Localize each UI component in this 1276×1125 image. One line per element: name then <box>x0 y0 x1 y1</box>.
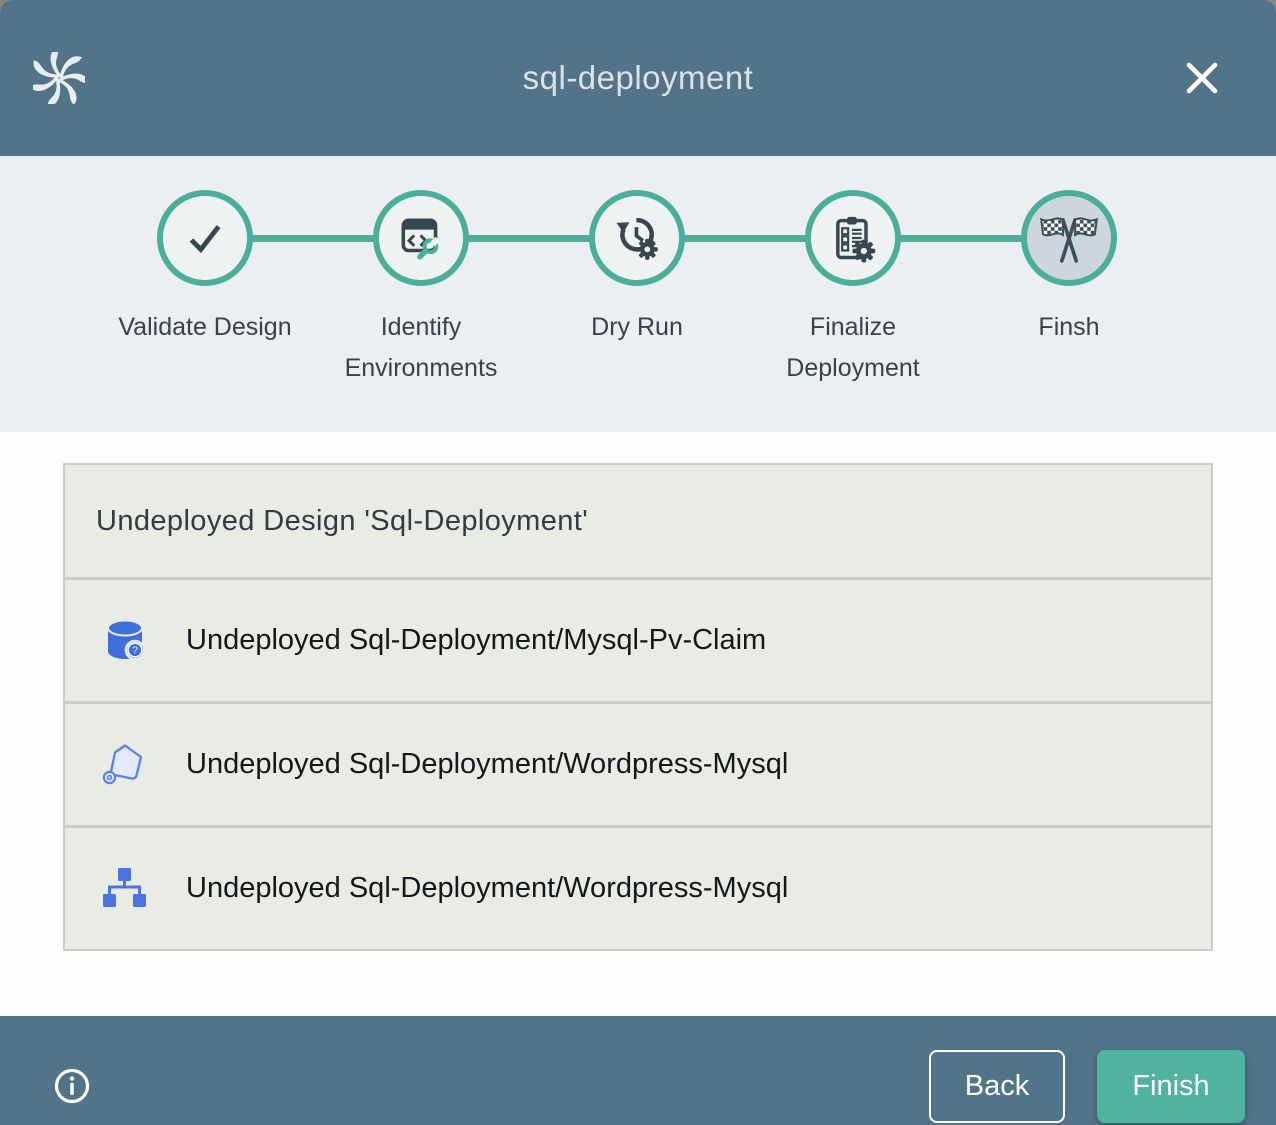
finish-button[interactable]: Finish <box>1097 1050 1245 1123</box>
hierarchy-icon <box>101 865 149 913</box>
close-button[interactable] <box>1176 52 1228 104</box>
step-identify-environments: Identify Environments <box>313 156 529 388</box>
result-row-design: Undeployed Design 'Sql-Deployment' <box>65 465 1211 577</box>
step-label: Identify Environments <box>330 307 512 388</box>
close-icon <box>1180 56 1224 100</box>
step-finalize-deployment: Finalize Deployment <box>745 156 961 388</box>
results-area: Undeployed Design 'Sql-Deployment' ? Und… <box>0 463 1276 1016</box>
step-circle <box>805 190 901 286</box>
checkered-flags-icon <box>1040 209 1098 267</box>
code-window-wrench-icon <box>396 213 446 263</box>
step-circle <box>589 190 685 286</box>
clipboard-gear-icon <box>827 212 879 264</box>
result-row-mysql-pv-claim: ? Undeployed Sql-Deployment/Mysql-Pv-Cla… <box>65 580 1211 701</box>
database-question-icon: ? <box>101 617 149 665</box>
result-text: Undeployed Sql-Deployment/Wordpress-Mysq… <box>186 872 788 905</box>
result-row-wordpress-mysql-tree: Undeployed Sql-Deployment/Wordpress-Mysq… <box>65 828 1211 949</box>
step-dry-run: Dry Run <box>529 156 745 388</box>
step-circle <box>1021 190 1117 286</box>
result-row-wordpress-mysql-service: Undeployed Sql-Deployment/Wordpress-Mysq… <box>65 704 1211 825</box>
meshery-swirl-logo-icon <box>33 52 85 104</box>
dialog-title: sql-deployment <box>523 59 754 97</box>
step-validate-design: Validate Design <box>97 156 313 388</box>
step-finish: Finsh <box>961 156 1177 388</box>
result-text: Undeployed Sql-Deployment/Wordpress-Mysq… <box>186 748 788 781</box>
step-label: Validate Design <box>118 307 291 348</box>
step-circle <box>157 190 253 286</box>
dialog-header: sql-deployment <box>0 0 1276 156</box>
step-label: Finalize Deployment <box>762 307 944 388</box>
back-button[interactable]: Back <box>929 1050 1065 1123</box>
deployment-wizard-dialog: sql-deployment Validate Design <box>0 0 1276 1125</box>
result-text: Undeployed Design 'Sql-Deployment' <box>96 505 588 538</box>
wizard-stepper: Validate Design Identify En <box>0 156 1276 432</box>
checkmark-icon <box>180 213 230 263</box>
pentagon-badge-icon <box>101 741 149 789</box>
step-circle <box>373 190 469 286</box>
deployment-results-panel: Undeployed Design 'Sql-Deployment' ? Und… <box>63 463 1213 951</box>
result-text: Undeployed Sql-Deployment/Mysql-Pv-Claim <box>186 624 766 657</box>
info-icon <box>52 1066 92 1106</box>
step-label: Finsh <box>1038 307 1099 348</box>
info-button[interactable] <box>51 1065 93 1107</box>
step-label: Dry Run <box>591 307 683 348</box>
svg-text:?: ? <box>132 645 138 656</box>
dialog-footer: Back Finish <box>0 1016 1276 1125</box>
history-gear-icon <box>611 212 663 264</box>
